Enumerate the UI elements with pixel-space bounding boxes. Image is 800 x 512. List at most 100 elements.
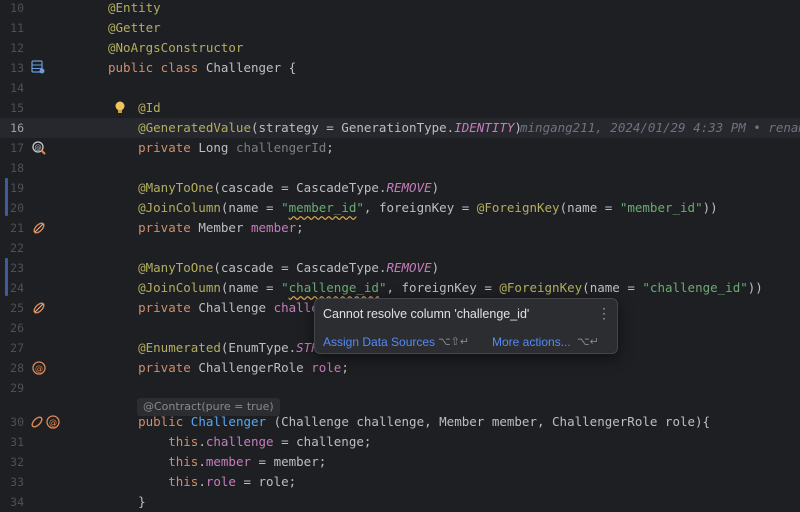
relation-at-icon[interactable]: @	[29, 414, 60, 430]
line-number[interactable]: 29	[0, 378, 24, 398]
code-token: @ForeignKey	[476, 200, 560, 215]
code-text: @Entity	[108, 0, 161, 18]
line-number[interactable]: 17	[0, 138, 24, 158]
code-token: IDENTITY	[454, 120, 515, 135]
code-token: (cascade = CascadeType.	[213, 260, 387, 275]
code-line[interactable]: 21 private Member member;	[0, 218, 800, 238]
line-number[interactable]: 28	[0, 358, 24, 378]
code-token: "	[281, 200, 289, 215]
code-token: (name =	[582, 280, 643, 295]
code-token: "	[281, 280, 289, 295]
code-line[interactable]: 10 @Entity	[0, 0, 800, 18]
code-line[interactable]: 13 public class Challenger {	[0, 58, 800, 78]
code-line[interactable]: 22	[0, 238, 800, 258]
code-text: @Enumerated(EnumType.STRI	[108, 338, 326, 358]
vcs-change-marker[interactable]	[5, 258, 8, 296]
code-text: @JoinColumn(name = "member_id", foreignK…	[108, 198, 718, 218]
code-line[interactable]: 24 @JoinColumn(name = "challenge_id", fo…	[0, 278, 800, 298]
code-line[interactable]: 28 private ChallengerRole role; @	[0, 358, 800, 378]
db-entity-icon[interactable]	[31, 60, 47, 76]
line-number[interactable]: 33	[0, 472, 24, 492]
code-line[interactable]: 23 @ManyToOne(cascade = CascadeType.REMO…	[0, 258, 800, 278]
line-number[interactable]: 12	[0, 38, 24, 58]
code-text: @NoArgsConstructor	[108, 38, 243, 58]
vcs-change-marker[interactable]	[5, 178, 8, 216]
line-number[interactable]: 21	[0, 218, 24, 238]
code-line[interactable]: 30 public Challenger (Challenge challeng…	[0, 412, 800, 432]
code-line[interactable]: 33 this.role = role;	[0, 472, 800, 492]
code-line[interactable]: 34 }	[0, 492, 800, 512]
line-number[interactable]: 13	[0, 58, 24, 78]
code-line[interactable]: 29	[0, 378, 800, 398]
line-number[interactable]: 15	[0, 98, 24, 118]
key-icon[interactable]: @	[31, 140, 47, 156]
code-editor[interactable]: 10 @Entity 11 @Getter 12 @NoArgsConstructor 13…	[0, 0, 800, 511]
code-line[interactable]: 18	[0, 158, 800, 178]
line-number[interactable]: 32	[0, 452, 24, 472]
line-number[interactable]: 10	[0, 0, 24, 18]
code-text: @GeneratedValue(strategy = GenerationTyp…	[108, 118, 522, 138]
line-number[interactable]: 18	[0, 158, 24, 178]
code-token: )	[431, 260, 440, 275]
code-text: @ManyToOne(cascade = CascadeType.REMOVE)	[108, 178, 439, 198]
code-text: @Getter	[108, 18, 161, 38]
code-token: ))	[747, 280, 763, 295]
code-line[interactable]: 16 @GeneratedValue(strategy = Generation…	[0, 118, 800, 138]
code-line[interactable]: 12 @NoArgsConstructor	[0, 38, 800, 58]
line-number[interactable]: 22	[0, 238, 24, 258]
code-token: @GeneratedValue	[108, 120, 251, 135]
line-number[interactable]: 26	[0, 318, 24, 338]
code-line[interactable]: 17 private Long challengerId; @	[0, 138, 800, 158]
error-popup: Cannot resolve column 'challenge_id' ⋮ A…	[314, 298, 618, 354]
line-number[interactable]: 14	[0, 78, 24, 98]
code-line[interactable]: 31 this.challenge = challenge;	[0, 432, 800, 452]
line-number[interactable]: 16	[0, 118, 24, 138]
code-token: ;	[341, 360, 349, 375]
more-actions-shortcut: ⌥↵	[577, 336, 599, 348]
more-options-icon[interactable]: ⋮	[597, 305, 611, 322]
relation-icon[interactable]	[31, 220, 47, 236]
line-number[interactable]: 27	[0, 338, 24, 358]
code-token: @ManyToOne	[108, 180, 214, 195]
code-line[interactable]: 20 @JoinColumn(name = "member_id", forei…	[0, 198, 800, 218]
code-line[interactable]: 19 @ManyToOne(cascade = CascadeType.REMO…	[0, 178, 800, 198]
line-number[interactable]: 34	[0, 492, 24, 512]
more-actions-link[interactable]: More actions...	[492, 335, 571, 349]
code-token: this	[108, 474, 199, 489]
code-token: challenge	[205, 434, 274, 449]
code-token: Challenger	[190, 414, 267, 429]
code-token: ;	[296, 220, 304, 235]
code-line[interactable]: 11 @Getter	[0, 18, 800, 38]
git-blame-annotation[interactable]: mingang211, 2024/01/29 4:33 PM • rename	[520, 118, 800, 138]
code-token: (Challenge challenge, Member member, Cha…	[266, 414, 711, 429]
assign-data-sources-link[interactable]: Assign Data Sources	[323, 335, 435, 349]
code-line[interactable]: 32 this.member = member;	[0, 452, 800, 472]
bulb-icon[interactable]	[113, 100, 129, 116]
line-number[interactable]: 20	[0, 198, 24, 218]
line-number[interactable]: 24	[0, 278, 24, 298]
line-number[interactable]: 11	[0, 18, 24, 38]
relation-icon[interactable]	[31, 300, 47, 316]
code-token: role	[205, 474, 236, 489]
code-token: @Getter	[108, 20, 161, 35]
svg-text:@: @	[49, 418, 57, 427]
code-text: @ManyToOne(cascade = CascadeType.REMOVE)	[108, 258, 439, 278]
code-token: (strategy = GenerationType.	[251, 120, 455, 135]
code-line[interactable]: 14	[0, 78, 800, 98]
at-icon[interactable]: @	[31, 360, 47, 376]
code-token: .	[198, 474, 206, 489]
line-number[interactable]: 30	[0, 412, 24, 432]
code-token: @JoinColumn	[108, 280, 221, 295]
code-token: @ForeignKey	[499, 280, 583, 295]
code-token: REMOVE	[386, 260, 432, 275]
line-number[interactable]: 19	[0, 178, 24, 198]
code-token: role	[311, 360, 342, 375]
code-token: member	[205, 454, 251, 469]
line-number[interactable]: 23	[0, 258, 24, 278]
line-number[interactable]: 31	[0, 432, 24, 452]
code-token: .	[198, 434, 206, 449]
contract-inlay-hint[interactable]: @Contract(pure = true)	[137, 398, 280, 416]
code-text: this.role = role;	[108, 472, 296, 492]
line-number[interactable]: 25	[0, 298, 24, 318]
code-line[interactable]: 15 @Id	[0, 98, 800, 118]
